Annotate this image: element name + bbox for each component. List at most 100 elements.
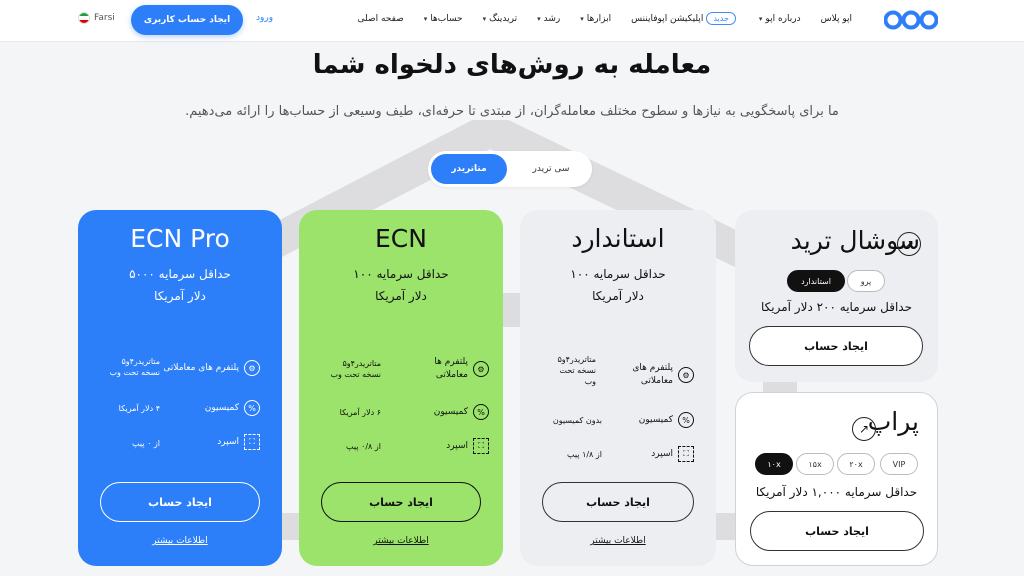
- min-deposit: حداقل سرمایه ۱,۰۰۰ دلار آمریکا: [755, 485, 918, 499]
- platform-feature: ⚙ پلتفرم ها معاملاتی: [434, 356, 489, 382]
- more-info-link[interactable]: اطلاعات بیشتر: [520, 536, 716, 546]
- nav-item[interactable]: ابزارها ▾: [580, 12, 611, 25]
- more-info-link[interactable]: اطلاعات بیشتر: [78, 536, 282, 546]
- platform-value: متاتریدر۴و۵ نسخه تحت وب: [542, 354, 596, 387]
- nav-item[interactable]: جدید اپلیکیشن اپوفایننس: [631, 12, 739, 25]
- nav-item-label: تریدینگ: [489, 13, 518, 24]
- commission-feature: % کمیسیون: [205, 400, 260, 416]
- ecn-card: ECN حداقل سرمایه ۱۰۰ دلار آمریکا ⚙ پلتفر…: [299, 210, 503, 566]
- prop-card: پراپ ↗ VIP ۲۰x ۱۵x ۱۰x حداقل سرمایه ۱,۰۰…: [735, 392, 938, 566]
- nav-item[interactable]: تریدینگ ▾: [483, 12, 518, 25]
- nav-item-label: حساب‌ها: [430, 13, 463, 24]
- create-account-header-button[interactable]: ایجاد حساب کاربری: [131, 5, 243, 35]
- spread-icon: ⛶: [473, 438, 489, 454]
- social-trade-card: سوشال ترید ↗ پرو استاندارد حداقل سرمایه …: [735, 210, 938, 382]
- chevron-down-icon: ▾: [537, 14, 541, 23]
- toggle-ctrader[interactable]: سی تریدر: [516, 154, 586, 184]
- platform-icon: ⚙: [473, 361, 489, 377]
- platform-label-line1: پلتفرم ها: [434, 357, 468, 367]
- chip-15x[interactable]: ۱۵x: [796, 453, 834, 475]
- commission-value: ۴ دلار آمریکا: [118, 404, 160, 413]
- min-deposit-line1: حداقل سرمایه ۱۰۰: [570, 267, 666, 281]
- platform-icon: ⚙: [244, 360, 260, 376]
- create-account-button[interactable]: ایجاد حساب: [100, 482, 260, 522]
- chevron-down-icon: ▾: [580, 14, 584, 23]
- commission-feature: % کمیسیون: [639, 412, 694, 428]
- chip-20x[interactable]: ۲۰x: [837, 453, 875, 475]
- create-account-button[interactable]: ایجاد حساب: [749, 326, 923, 366]
- opo-logo[interactable]: [884, 8, 938, 32]
- spread-feature: ⛶ اسپرد: [217, 434, 260, 450]
- nav-item[interactable]: حساب‌ها ▾: [424, 12, 463, 25]
- platform-label-line2: معاملاتی: [640, 376, 673, 386]
- login-link[interactable]: ورود: [256, 13, 273, 23]
- chip-10x[interactable]: ۱۰x: [755, 453, 793, 475]
- platform-feature: ⚙ پلتفرم های معاملاتی: [163, 360, 260, 376]
- min-deposit-line2: دلار آمریکا: [375, 289, 427, 303]
- platform-value-line2: نسخه تحت: [559, 366, 596, 375]
- chevron-down-icon: ▾: [758, 14, 763, 23]
- nav-item-label: درباره اپو: [765, 13, 801, 24]
- create-account-button[interactable]: ایجاد حساب: [542, 482, 694, 522]
- spread-value: از ۰ پیپ: [132, 439, 160, 448]
- percent-icon: %: [473, 404, 489, 420]
- page-title: معامله به روش‌های دلخواه شما: [312, 50, 712, 80]
- arrow-up-right-icon[interactable]: ↗: [897, 232, 921, 256]
- spread-feature: ⛶ اسپرد: [651, 446, 694, 462]
- standard-card: استاندارد حداقل سرمایه ۱۰۰ دلار آمریکا ⚙…: [520, 210, 716, 566]
- platform-label: پلتفرم های معاملاتی: [163, 363, 239, 373]
- commission-label: کمیسیون: [638, 415, 673, 425]
- nav-item-label: رشد: [543, 13, 561, 24]
- platform-label-line1: پلتفرم های: [632, 363, 673, 373]
- nav-item-label: صفحه اصلی: [357, 13, 404, 24]
- platform-value-line1: متاتریدر۴و۵: [557, 355, 596, 364]
- chip-standard[interactable]: استاندارد: [787, 270, 845, 292]
- nav-item[interactable]: صفحه اصلی: [357, 12, 403, 25]
- platform-value-line2: نسخه تحت وب: [330, 370, 381, 379]
- platform-toggle: متاتریدر سی تریدر: [428, 151, 592, 187]
- toggle-metatrader[interactable]: متاتریدر: [431, 154, 507, 184]
- spread-feature: ⛶ اسپرد: [446, 438, 489, 454]
- commission-label: کمیسیون: [204, 403, 239, 413]
- nav-item-label: ابزارها: [586, 13, 612, 24]
- nav-item[interactable]: اپو پلاس: [821, 12, 852, 25]
- create-account-button[interactable]: ایجاد حساب: [321, 482, 481, 522]
- language-switcher[interactable]: Farsi: [78, 12, 115, 24]
- min-deposit: حداقل سرمایه ۲۰۰ دلار آمریکا: [760, 300, 912, 314]
- spread-icon: ⛶: [678, 446, 694, 462]
- platform-value-line1: متاتریدر۴و۵: [121, 357, 160, 366]
- min-deposit-line2: دلار آمریکا: [592, 289, 644, 303]
- commission-label: کمیسیون: [433, 407, 468, 417]
- language-label: Farsi: [94, 13, 115, 23]
- more-info-link[interactable]: اطلاعات بیشتر: [299, 536, 503, 546]
- iran-flag-icon: [78, 12, 90, 24]
- chip-pro[interactable]: پرو: [847, 270, 885, 292]
- commission-feature: % کمیسیون: [434, 404, 489, 420]
- card-title: ECN Pro: [130, 224, 230, 253]
- platform-label: پلتفرم های معاملاتی: [632, 362, 673, 388]
- nav-item[interactable]: درباره اپو ▾: [759, 12, 801, 25]
- chevron-down-icon: ▾: [482, 14, 487, 23]
- platform-value-line3: وب: [584, 377, 596, 386]
- ecn-pro-card: ECN Pro حداقل سرمایه ۵۰۰۰ دلار آمریکا ⚙ …: [78, 210, 282, 566]
- platform-label-line2: معاملاتی: [435, 370, 468, 380]
- spread-icon: ⛶: [244, 434, 260, 450]
- chip-vip[interactable]: VIP: [880, 453, 918, 475]
- nav-item[interactable]: رشد ▾: [537, 12, 560, 25]
- nav-item-label: اپو پلاس: [820, 13, 852, 24]
- commission-value: بدون کمیسیون: [552, 416, 602, 425]
- platform-value-line2: نسخه تحت وب: [109, 368, 160, 377]
- new-badge: جدید: [706, 12, 736, 25]
- spread-value: از ۰/۸ پیپ: [346, 442, 381, 451]
- percent-icon: %: [678, 412, 694, 428]
- platform-value: متاتریدر۴و۵ نسخه تحت وب: [319, 358, 381, 380]
- platform-label: پلتفرم ها معاملاتی: [434, 356, 468, 382]
- arrow-up-right-icon[interactable]: ↗: [852, 417, 876, 441]
- nav-item-label: اپلیکیشن اپوفایننس: [631, 13, 704, 24]
- platform-feature: ⚙ پلتفرم های معاملاتی: [632, 362, 694, 388]
- commission-value: ۶ دلار آمریکا: [339, 408, 381, 417]
- chevron-down-icon: ▾: [423, 14, 428, 23]
- card-title: استاندارد: [571, 224, 665, 253]
- create-account-button[interactable]: ایجاد حساب: [750, 511, 924, 551]
- min-deposit-line1: حداقل سرمایه ۵۰۰۰: [129, 267, 231, 281]
